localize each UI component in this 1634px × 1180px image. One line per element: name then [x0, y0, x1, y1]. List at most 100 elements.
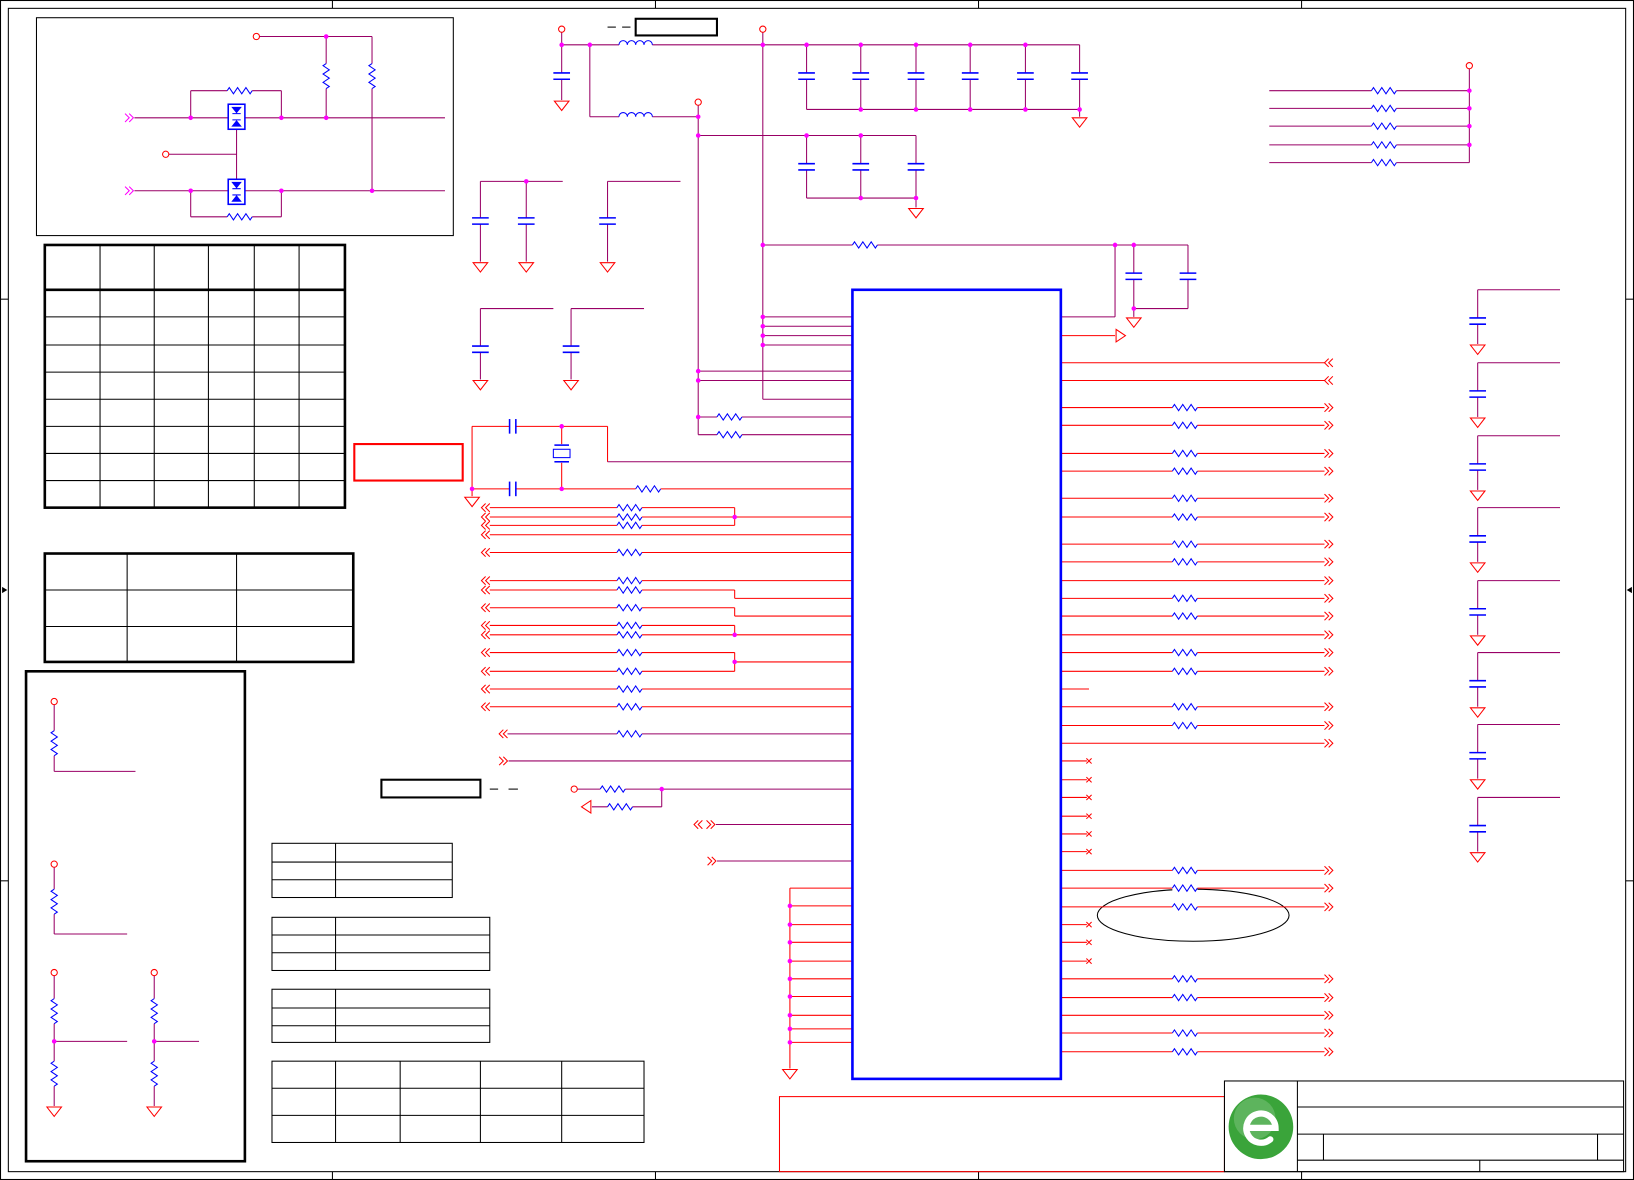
junction-dot — [1131, 242, 1137, 248]
port-arrow-left-icon — [480, 684, 491, 694]
junction-dot — [760, 242, 766, 248]
resistor — [616, 548, 643, 557]
resistor — [50, 888, 59, 915]
resistor — [1370, 86, 1397, 95]
resistor — [616, 621, 643, 630]
note-table-c — [271, 988, 491, 1043]
junction-dot — [695, 133, 701, 138]
highlight-box — [353, 443, 464, 482]
capacitor — [1017, 72, 1034, 81]
port-arrow-right-icon — [1324, 720, 1334, 731]
resistor — [616, 521, 643, 530]
junction-dot — [1131, 306, 1137, 311]
port-arrow-left-icon — [1323, 358, 1334, 368]
ground-symbol — [45, 1106, 63, 1118]
ground-symbol — [907, 207, 925, 219]
resistor — [1171, 902, 1198, 912]
port-arrow-left-icon — [480, 630, 491, 640]
port-arrow-left-icon — [480, 547, 491, 558]
resistor — [616, 648, 643, 657]
power-port-symbol — [150, 968, 158, 977]
junction-dot — [760, 342, 766, 348]
port-arrow-left-icon — [480, 585, 491, 595]
resistor — [599, 784, 626, 794]
port-arrow-right-icon — [1324, 576, 1334, 586]
capacitor-gap — [562, 346, 580, 353]
capacitor-gap — [509, 481, 516, 497]
capacitor-gap — [1179, 273, 1197, 280]
ground-symbol — [1469, 779, 1487, 790]
junction-dot — [695, 378, 701, 383]
ground-symbol — [1125, 317, 1143, 329]
power-port-symbol — [759, 25, 767, 33]
center-marker — [2, 586, 8, 594]
port-arrow-right-icon — [1324, 1010, 1334, 1020]
table-border — [43, 552, 355, 664]
capacitor — [1469, 751, 1487, 760]
junction-dot — [279, 115, 284, 121]
port-arrow-right-icon — [1324, 648, 1334, 658]
capacitor — [1179, 272, 1197, 281]
capacitor-gap — [907, 163, 925, 170]
junction-dot — [151, 1039, 157, 1044]
port-arrow-right-icon — [498, 756, 509, 766]
junction-dot — [787, 1013, 793, 1018]
note-table-b — [271, 916, 491, 971]
resistor — [1171, 866, 1198, 875]
junction-dot — [787, 1026, 793, 1032]
resistor — [616, 630, 643, 639]
port-arrow-left-icon — [498, 729, 508, 739]
no-connect-marker — [1086, 848, 1092, 855]
resistor — [1171, 512, 1198, 522]
junction-dot — [804, 133, 809, 138]
ground-symbol — [1115, 328, 1127, 343]
junction-dot — [587, 42, 593, 48]
port-arrow-left-icon — [480, 666, 491, 676]
power-port-symbol — [162, 150, 170, 158]
junction-dot — [858, 42, 864, 48]
junction-dot — [695, 414, 701, 420]
capacitor — [1125, 272, 1143, 281]
junction-dot — [1467, 142, 1472, 148]
resistor — [150, 998, 159, 1025]
ground-symbol — [145, 1106, 163, 1118]
schematic-sheet — [0, 0, 1634, 1180]
components — [45, 25, 1487, 1118]
resistor — [367, 63, 377, 90]
capacitor-gap — [798, 163, 815, 170]
capacitor-gap — [553, 72, 571, 80]
capacitor — [1469, 679, 1487, 688]
capacitor-gap — [472, 217, 489, 225]
capacitor-gap — [1071, 72, 1088, 80]
capacitor — [508, 419, 517, 434]
pin-config-table — [43, 243, 347, 509]
resistor — [322, 63, 331, 90]
resistor — [616, 512, 643, 522]
ground-symbol — [781, 1068, 799, 1080]
power-port-symbol — [50, 968, 58, 977]
resistor — [1171, 611, 1198, 621]
capacitor — [1071, 72, 1088, 81]
port-arrow-right-icon — [124, 113, 135, 123]
capacitor-gap — [1017, 72, 1034, 80]
table-border — [271, 988, 491, 1043]
capacitor — [472, 217, 489, 225]
capacitor-gap — [517, 217, 535, 225]
resistor — [607, 802, 633, 811]
resistor — [716, 412, 743, 422]
junction-dot — [913, 195, 919, 201]
capacitor — [1469, 824, 1487, 833]
junction-dot — [1023, 107, 1028, 112]
port-arrow-right-icon — [1324, 1028, 1334, 1038]
port-arrow-right-icon — [1324, 902, 1334, 912]
esd-diode-array — [227, 103, 246, 131]
ground-symbol — [580, 799, 592, 815]
port-arrow-right-icon — [1324, 466, 1334, 476]
capacitor-gap — [961, 72, 979, 80]
capacitor-gap — [599, 217, 616, 225]
port-arrow-right-icon — [1324, 974, 1334, 984]
capacitor — [852, 162, 870, 171]
port-arrow-right-icon — [1324, 993, 1334, 1003]
junction-dot — [695, 368, 701, 374]
junction-dot — [559, 486, 564, 492]
